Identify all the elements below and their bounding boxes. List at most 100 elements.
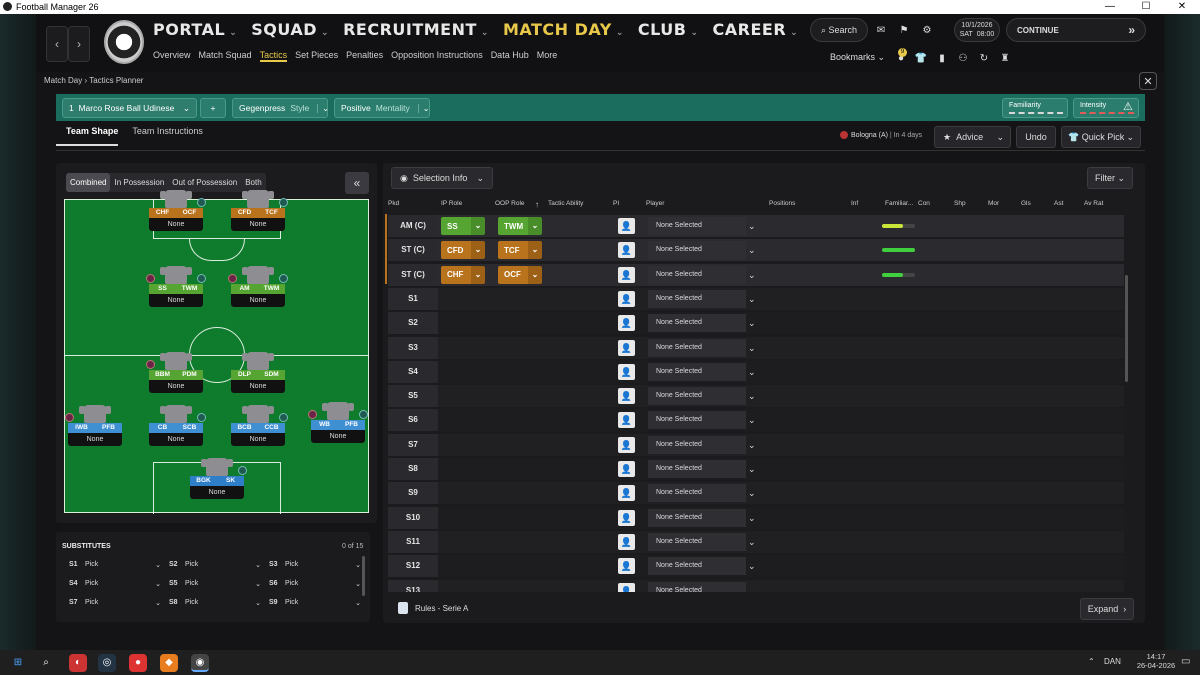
tab-team-shape[interactable]: Team Shape	[56, 126, 119, 146]
steam-icon[interactable]: ◎	[98, 654, 116, 672]
table-row[interactable]: S8 👤 None Selected ⌄	[388, 458, 1124, 480]
column-header[interactable]: Con	[918, 200, 930, 207]
table-row[interactable]: S7 👤 None Selected ⌄	[388, 433, 1124, 456]
player-select[interactable]: None Selected	[648, 241, 746, 260]
table-scrollbar[interactable]	[1125, 275, 1128, 382]
pitch-player-card[interactable]: AM TWM None	[228, 266, 288, 307]
substitute-slot[interactable]: S5 Pick ⌄	[169, 580, 261, 588]
back-button[interactable]: ‹	[46, 26, 68, 62]
clock[interactable]: 14:17 26-04-2026	[1136, 652, 1176, 670]
substitute-slot[interactable]: S9 Pick ⌄	[269, 599, 361, 607]
chevron-down-icon[interactable]: ⌄	[748, 288, 756, 310]
player-instructions-icon[interactable]: 👤	[618, 582, 635, 592]
substitute-slot[interactable]: S7 Pick ⌄	[69, 599, 161, 607]
player-instructions-icon[interactable]: 👤	[618, 436, 635, 453]
chevron-down-icon[interactable]: ⌄	[748, 409, 756, 431]
collapse-panel-button[interactable]: «	[345, 172, 369, 194]
player-instructions-icon[interactable]: 👤	[618, 339, 635, 356]
sub-nav-set-pieces[interactable]: Set Pieces	[295, 50, 338, 62]
pitch-player-card[interactable]: BBM PDM None	[146, 352, 203, 393]
player-select[interactable]: None Selected	[648, 508, 746, 527]
advice-button[interactable]: ★ Advice ⌄	[934, 126, 1011, 148]
forward-button[interactable]: ›	[68, 26, 90, 62]
minimize-button[interactable]: —	[1092, 0, 1128, 14]
pitch-player-card[interactable]: WB PFB None	[308, 402, 368, 443]
column-header[interactable]: PI	[613, 200, 619, 207]
bookmarks-menu[interactable]: Bookmarks ⌄	[830, 52, 885, 63]
chevron-down-icon[interactable]: ⌄	[748, 385, 756, 407]
column-header[interactable]: Player	[646, 200, 664, 207]
column-header[interactable]: Shp	[954, 200, 966, 207]
club-icon[interactable]: ⚑	[894, 20, 914, 40]
player-select[interactable]: None Selected	[648, 265, 746, 284]
main-nav-career[interactable]: CAREER ⌄	[713, 20, 799, 39]
sub-nav-penalties[interactable]: Penalties	[346, 50, 383, 62]
tab-team-instructions[interactable]: Team Instructions	[132, 126, 203, 146]
player-select[interactable]: None Selected	[648, 532, 746, 551]
add-tactic-button[interactable]: +	[200, 98, 226, 118]
chevron-down-icon[interactable]: ⌄	[748, 458, 756, 480]
substitute-slot[interactable]: S8 Pick ⌄	[169, 599, 261, 607]
chevron-down-icon[interactable]: ⌄	[748, 531, 756, 553]
table-row[interactable]: AM (C) SS ⌄ TWM ⌄ 👤 None Selected ⌄	[388, 215, 1124, 237]
close-panel-button[interactable]: ✕	[1139, 72, 1157, 90]
notification-center-icon[interactable]: ▭	[1181, 656, 1190, 667]
player-instructions-icon[interactable]: 👤	[618, 485, 635, 502]
familiarity-indicator[interactable]: Familiarity	[1002, 98, 1068, 118]
table-row[interactable]: ST (C) CHF ⌄ OCF ⌄ 👤 None Selected ⌄	[388, 263, 1124, 286]
windows-start-icon[interactable]: ⊞	[9, 654, 27, 672]
substitute-slot[interactable]: S4 Pick ⌄	[69, 580, 161, 588]
player-instructions-icon[interactable]: 👤	[618, 509, 635, 526]
table-row[interactable]: S6 👤 None Selected ⌄	[388, 409, 1124, 432]
player-select[interactable]: None Selected	[648, 581, 746, 592]
sub-nav-opposition-instructions[interactable]: Opposition Instructions	[391, 50, 483, 62]
pitch-player-card[interactable]: IWB PFB None	[65, 405, 122, 446]
filter-dropdown[interactable]: Filter ⌄	[1087, 167, 1133, 189]
chevron-down-icon[interactable]: ⌄	[748, 312, 756, 334]
pitch-player-card[interactable]: SS TWM None	[146, 266, 206, 307]
column-header[interactable]: Pkd	[388, 200, 399, 207]
chevron-down-icon[interactable]: ⌄	[748, 482, 756, 504]
table-row[interactable]: S13 👤 None Selected ⌄	[388, 579, 1124, 592]
player-select[interactable]: None Selected	[648, 338, 746, 357]
search-icon[interactable]: ⌕	[37, 654, 55, 672]
sub-nav-tactics[interactable]: Tactics	[259, 50, 288, 62]
column-header[interactable]: Positions	[769, 200, 795, 207]
chrome-icon[interactable]: ●	[129, 654, 147, 672]
sub-nav-match-squad[interactable]: Match Squad	[199, 50, 252, 62]
main-nav-match-day[interactable]: MATCH DAY ⌄	[503, 20, 624, 39]
pitch-player-card[interactable]: BCB CCB None	[231, 405, 288, 446]
column-header[interactable]: Gls	[1021, 200, 1031, 207]
player-instructions-icon[interactable]: 👤	[618, 266, 635, 283]
pitch-player-card[interactable]: CHF OCF None	[149, 190, 206, 231]
player-select[interactable]: None Selected	[648, 217, 746, 235]
substitutes-scrollbar[interactable]	[362, 556, 365, 596]
chevron-down-icon[interactable]: ⌄	[748, 507, 756, 529]
main-nav-club[interactable]: CLUB ⌄	[638, 20, 699, 39]
quick-pick-button[interactable]: 👕 Quick Pick ⌄	[1061, 126, 1141, 148]
player-select[interactable]: None Selected	[648, 460, 746, 478]
main-nav-recruitment[interactable]: RECRUITMENT ⌄	[343, 20, 489, 39]
column-header[interactable]: Familiar...	[885, 200, 913, 207]
table-row[interactable]: S5 👤 None Selected ⌄	[388, 385, 1124, 408]
refresh-icon[interactable]: ↻	[974, 48, 994, 68]
language-indicator[interactable]: DAN	[1104, 657, 1121, 666]
player-instructions-icon[interactable]: 👤	[618, 461, 635, 477]
chevron-down-icon[interactable]: ⌄	[748, 337, 756, 359]
trophy-icon[interactable]: ♜	[995, 48, 1015, 68]
football-manager-taskbar-icon[interactable]: ◉	[191, 654, 209, 672]
chevron-down-icon[interactable]: ⌄	[748, 434, 756, 456]
table-row[interactable]: S1 👤 None Selected ⌄	[388, 287, 1124, 310]
column-header[interactable]: Inf	[851, 200, 858, 207]
sub-nav-more[interactable]: More	[537, 50, 558, 62]
column-header[interactable]: OOP Role	[495, 200, 525, 207]
substitute-slot[interactable]: S3 Pick ⌄	[269, 561, 361, 569]
sort-arrow-icon[interactable]: ↑	[535, 200, 539, 209]
sub-nav-overview[interactable]: Overview	[153, 50, 191, 62]
player-instructions-icon[interactable]: 👤	[618, 558, 635, 575]
substitute-slot[interactable]: S1 Pick ⌄	[69, 561, 161, 569]
table-row[interactable]: S3 👤 None Selected ⌄	[388, 336, 1124, 359]
main-nav-portal[interactable]: PORTAL ⌄	[153, 20, 237, 39]
rules-link[interactable]: Rules - Serie A	[415, 604, 468, 613]
main-nav-squad[interactable]: SQUAD ⌄	[251, 20, 329, 39]
